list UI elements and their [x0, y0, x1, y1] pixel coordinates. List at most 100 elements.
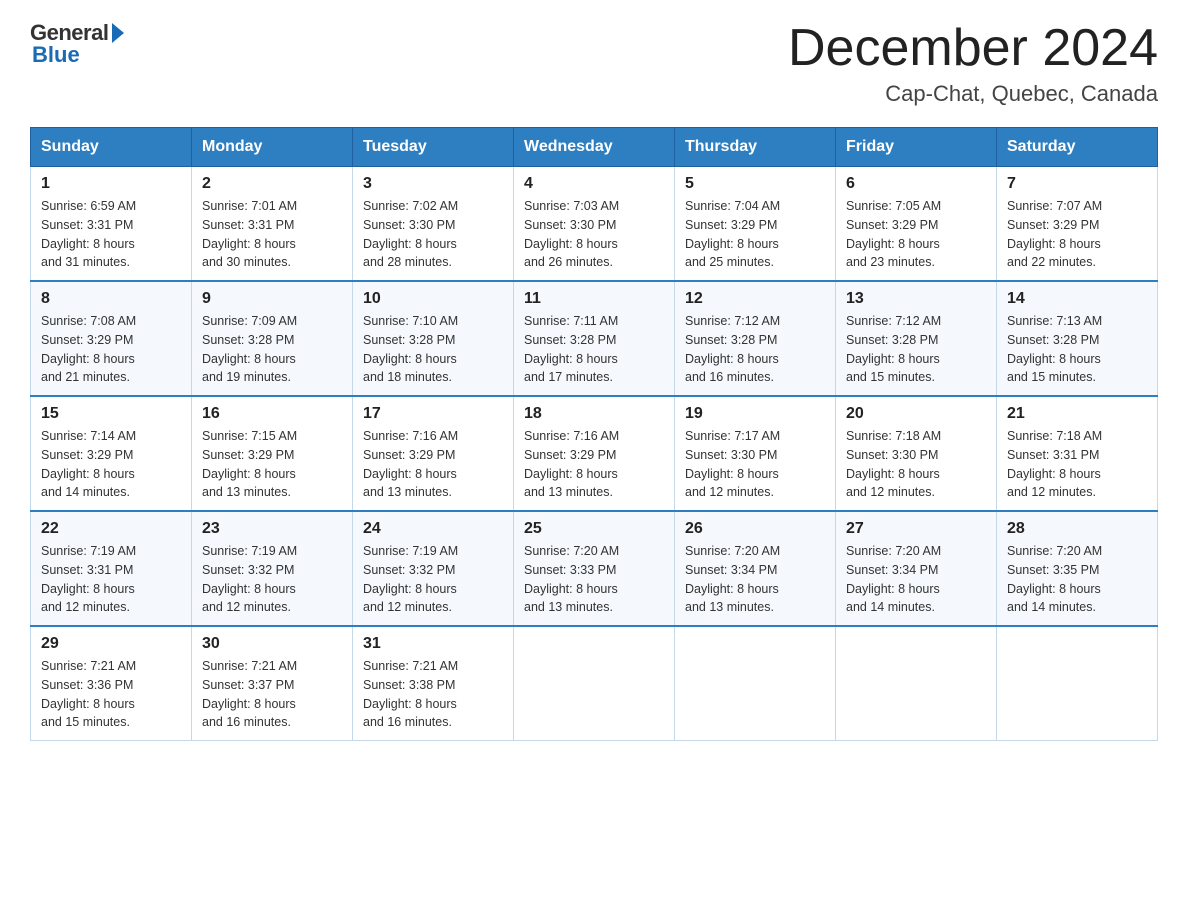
calendar-cell-week3-day2: 17 Sunrise: 7:16 AMSunset: 3:29 PMDayligh… — [353, 396, 514, 511]
day-number: 31 — [363, 635, 503, 653]
day-number: 16 — [202, 405, 342, 423]
day-number: 13 — [846, 290, 986, 308]
month-title: December 2024 — [788, 20, 1158, 77]
day-info: Sunrise: 7:09 AMSunset: 3:28 PMDaylight:… — [202, 312, 342, 387]
calendar-cell-week4-day3: 25 Sunrise: 7:20 AMSunset: 3:33 PMDayligh… — [514, 511, 675, 626]
calendar-cell-week3-day4: 19 Sunrise: 7:17 AMSunset: 3:30 PMDayligh… — [675, 396, 836, 511]
weekday-header-wednesday: Wednesday — [514, 128, 675, 167]
day-info: Sunrise: 7:12 AMSunset: 3:28 PMDaylight:… — [685, 312, 825, 387]
day-number: 30 — [202, 635, 342, 653]
calendar-cell-week2-day0: 8Sunrise: 7:08 AMSunset: 3:29 PMDaylight… — [31, 281, 192, 396]
calendar-cell-week5-day4 — [675, 626, 836, 741]
calendar-cell-week3-day5: 20 Sunrise: 7:18 AMSunset: 3:30 PMDayligh… — [836, 396, 997, 511]
calendar-cell-week5-day1: 30 Sunrise: 7:21 AMSunset: 3:37 PMDayligh… — [192, 626, 353, 741]
day-number: 17 — [363, 405, 503, 423]
day-number: 24 — [363, 520, 503, 538]
day-number: 8 — [41, 290, 181, 308]
calendar-week-row-3: 15Sunrise: 7:14 AMSunset: 3:29 PMDayligh… — [31, 396, 1158, 511]
day-number: 26 — [685, 520, 825, 538]
calendar-week-row-1: 1 Sunrise: 6:59 AMSunset: 3:31 PMDaylight… — [31, 167, 1158, 282]
day-number: 22 — [41, 520, 181, 538]
day-info: Sunrise: 7:11 AMSunset: 3:28 PMDaylight:… — [524, 312, 664, 387]
calendar-cell-week3-day3: 18 Sunrise: 7:16 AMSunset: 3:29 PMDayligh… — [514, 396, 675, 511]
day-number: 14 — [1007, 290, 1147, 308]
day-number: 25 — [524, 520, 664, 538]
day-number: 15 — [41, 405, 181, 423]
day-number: 18 — [524, 405, 664, 423]
calendar-cell-week1-day6: 7 Sunrise: 7:07 AMSunset: 3:29 PMDaylight… — [997, 167, 1158, 282]
weekday-header-tuesday: Tuesday — [353, 128, 514, 167]
day-info: Sunrise: 7:21 AMSunset: 3:37 PMDaylight:… — [202, 657, 342, 732]
calendar-cell-week4-day5: 27 Sunrise: 7:20 AMSunset: 3:34 PMDayligh… — [836, 511, 997, 626]
day-number: 28 — [1007, 520, 1147, 538]
day-number: 3 — [363, 175, 503, 193]
day-info: Sunrise: 7:19 AMSunset: 3:31 PMDaylight:… — [41, 542, 181, 617]
day-number: 6 — [846, 175, 986, 193]
day-number: 11 — [524, 290, 664, 308]
calendar-cell-week5-day0: 29 Sunrise: 7:21 AMSunset: 3:36 PMDayligh… — [31, 626, 192, 741]
day-number: 23 — [202, 520, 342, 538]
calendar-cell-week1-day0: 1 Sunrise: 6:59 AMSunset: 3:31 PMDaylight… — [31, 167, 192, 282]
day-info: Sunrise: 7:10 AMSunset: 3:28 PMDaylight:… — [363, 312, 503, 387]
calendar-cell-week3-day6: 21Sunrise: 7:18 AMSunset: 3:31 PMDayligh… — [997, 396, 1158, 511]
day-info: Sunrise: 7:19 AMSunset: 3:32 PMDaylight:… — [202, 542, 342, 617]
weekday-header-row: SundayMondayTuesdayWednesdayThursdayFrid… — [31, 128, 1158, 167]
day-info: Sunrise: 7:20 AMSunset: 3:34 PMDaylight:… — [846, 542, 986, 617]
calendar-cell-week1-day4: 5 Sunrise: 7:04 AMSunset: 3:29 PMDaylight… — [675, 167, 836, 282]
day-number: 20 — [846, 405, 986, 423]
calendar-week-row-5: 29 Sunrise: 7:21 AMSunset: 3:36 PMDayligh… — [31, 626, 1158, 741]
day-number: 5 — [685, 175, 825, 193]
day-info: Sunrise: 7:18 AMSunset: 3:30 PMDaylight:… — [846, 427, 986, 502]
day-info: Sunrise: 7:16 AMSunset: 3:29 PMDaylight:… — [524, 427, 664, 502]
logo-blue-text: Blue — [32, 42, 80, 68]
day-number: 19 — [685, 405, 825, 423]
calendar-week-row-4: 22 Sunrise: 7:19 AMSunset: 3:31 PMDayligh… — [31, 511, 1158, 626]
calendar-cell-week3-day1: 16 Sunrise: 7:15 AMSunset: 3:29 PMDayligh… — [192, 396, 353, 511]
calendar-cell-week4-day4: 26 Sunrise: 7:20 AMSunset: 3:34 PMDayligh… — [675, 511, 836, 626]
calendar-table: SundayMondayTuesdayWednesdayThursdayFrid… — [30, 127, 1158, 741]
title-block: December 2024 Cap-Chat, Quebec, Canada — [788, 20, 1158, 107]
day-info: Sunrise: 7:21 AMSunset: 3:36 PMDaylight:… — [41, 657, 181, 732]
day-info: Sunrise: 7:19 AMSunset: 3:32 PMDaylight:… — [363, 542, 503, 617]
calendar-cell-week4-day2: 24 Sunrise: 7:19 AMSunset: 3:32 PMDayligh… — [353, 511, 514, 626]
calendar-week-row-2: 8Sunrise: 7:08 AMSunset: 3:29 PMDaylight… — [31, 281, 1158, 396]
day-number: 7 — [1007, 175, 1147, 193]
day-info: Sunrise: 7:18 AMSunset: 3:31 PMDaylight:… — [1007, 427, 1147, 502]
day-number: 27 — [846, 520, 986, 538]
logo: General Blue — [30, 20, 124, 68]
calendar-cell-week5-day2: 31 Sunrise: 7:21 AMSunset: 3:38 PMDayligh… — [353, 626, 514, 741]
day-info: Sunrise: 7:07 AMSunset: 3:29 PMDaylight:… — [1007, 197, 1147, 272]
weekday-header-friday: Friday — [836, 128, 997, 167]
weekday-header-saturday: Saturday — [997, 128, 1158, 167]
weekday-header-thursday: Thursday — [675, 128, 836, 167]
day-info: Sunrise: 7:03 AMSunset: 3:30 PMDaylight:… — [524, 197, 664, 272]
day-info: Sunrise: 7:16 AMSunset: 3:29 PMDaylight:… — [363, 427, 503, 502]
location-title: Cap-Chat, Quebec, Canada — [788, 81, 1158, 107]
day-info: Sunrise: 7:12 AMSunset: 3:28 PMDaylight:… — [846, 312, 986, 387]
calendar-cell-week2-day1: 9Sunrise: 7:09 AMSunset: 3:28 PMDaylight… — [192, 281, 353, 396]
day-info: Sunrise: 7:15 AMSunset: 3:29 PMDaylight:… — [202, 427, 342, 502]
day-number: 1 — [41, 175, 181, 193]
calendar-cell-week4-day6: 28 Sunrise: 7:20 AMSunset: 3:35 PMDayligh… — [997, 511, 1158, 626]
day-info: Sunrise: 6:59 AMSunset: 3:31 PMDaylight:… — [41, 197, 181, 272]
day-number: 29 — [41, 635, 181, 653]
calendar-cell-week5-day5 — [836, 626, 997, 741]
day-info: Sunrise: 7:02 AMSunset: 3:30 PMDaylight:… — [363, 197, 503, 272]
weekday-header-monday: Monday — [192, 128, 353, 167]
day-info: Sunrise: 7:20 AMSunset: 3:33 PMDaylight:… — [524, 542, 664, 617]
day-info: Sunrise: 7:17 AMSunset: 3:30 PMDaylight:… — [685, 427, 825, 502]
calendar-cell-week1-day2: 3 Sunrise: 7:02 AMSunset: 3:30 PMDaylight… — [353, 167, 514, 282]
day-info: Sunrise: 7:20 AMSunset: 3:34 PMDaylight:… — [685, 542, 825, 617]
day-info: Sunrise: 7:20 AMSunset: 3:35 PMDaylight:… — [1007, 542, 1147, 617]
calendar-cell-week5-day3 — [514, 626, 675, 741]
day-info: Sunrise: 7:21 AMSunset: 3:38 PMDaylight:… — [363, 657, 503, 732]
page-header: General Blue December 2024 Cap-Chat, Que… — [30, 20, 1158, 107]
day-info: Sunrise: 7:13 AMSunset: 3:28 PMDaylight:… — [1007, 312, 1147, 387]
day-number: 4 — [524, 175, 664, 193]
calendar-cell-week2-day2: 10 Sunrise: 7:10 AMSunset: 3:28 PMDayligh… — [353, 281, 514, 396]
day-info: Sunrise: 7:04 AMSunset: 3:29 PMDaylight:… — [685, 197, 825, 272]
calendar-cell-week2-day4: 12Sunrise: 7:12 AMSunset: 3:28 PMDayligh… — [675, 281, 836, 396]
day-number: 10 — [363, 290, 503, 308]
calendar-cell-week4-day1: 23 Sunrise: 7:19 AMSunset: 3:32 PMDayligh… — [192, 511, 353, 626]
calendar-cell-week4-day0: 22 Sunrise: 7:19 AMSunset: 3:31 PMDayligh… — [31, 511, 192, 626]
